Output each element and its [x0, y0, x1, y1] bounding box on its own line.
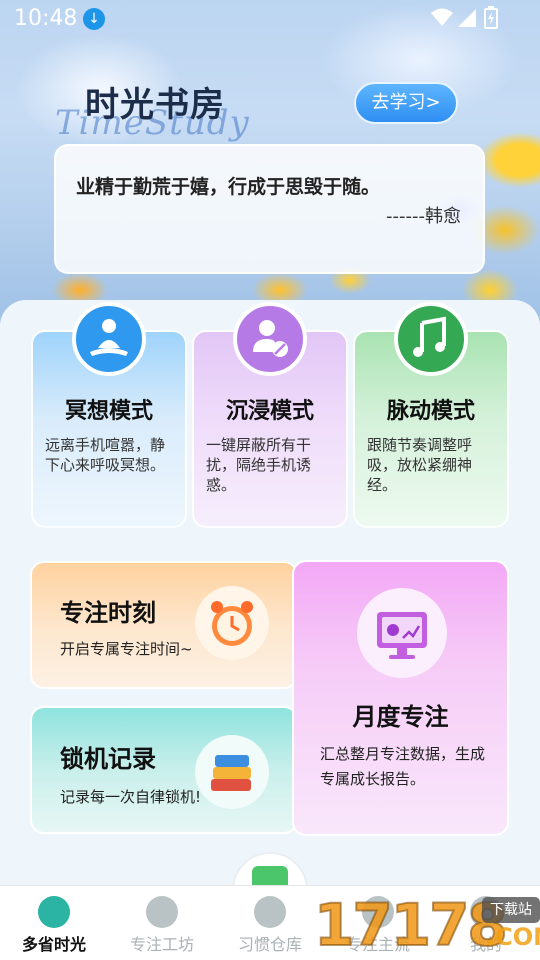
cellular-signal-icon	[458, 9, 476, 27]
brand-title: TimeStudy 时光书房	[55, 75, 275, 145]
user-block-icon	[233, 302, 307, 376]
tab-home[interactable]: 多省时光	[0, 886, 108, 960]
tab-habit-library[interactable]: 习惯仓库	[216, 886, 324, 960]
books-icon	[195, 735, 269, 809]
meditation-mode-title: 冥想模式	[64, 399, 153, 424]
pulse-mode-desc: 跟随节奏调整呼吸，放松紧绷神经。	[367, 436, 473, 494]
bulb-icon	[146, 896, 178, 928]
watermark-number: 17178	[313, 891, 509, 959]
quote-card: 业精于勤荒于嬉，行成于思毁于随。 ------韩愈	[54, 144, 485, 274]
battery-icon	[484, 6, 498, 29]
monthly-focus-title: 月度专注	[352, 703, 449, 731]
watermark-logo: 17178 .COM 下载站	[313, 891, 540, 960]
meditation-icon	[72, 302, 146, 376]
go-study-button[interactable]: 去学习>	[354, 82, 458, 124]
immersion-mode-title: 沉浸模式	[225, 399, 314, 424]
focus-moment-title: 专注时刻	[60, 599, 156, 627]
pulse-mode-title: 脉动模式	[386, 399, 475, 424]
monthly-focus-sub: 汇总整月专注数据，生成专属成长报告。	[320, 745, 486, 788]
focus-moment-sub: 开启专属专注时间~	[60, 640, 193, 658]
music-note-icon	[394, 302, 468, 376]
alarm-clock-icon	[195, 586, 269, 660]
wifi-icon	[431, 8, 453, 26]
tab-focus-workshop[interactable]: 专注工坊	[108, 886, 216, 960]
lock-record-sub: 记录每一次自律锁机!	[60, 788, 202, 806]
bear-icon	[38, 896, 70, 928]
quote-text: 业精于勤荒于嬉，行成于思毁于随。	[76, 176, 381, 198]
status-bar: 10:48 ↓	[0, 0, 540, 38]
tab-habit-library-label: 习惯仓库	[237, 935, 302, 954]
status-time: 10:48	[14, 6, 78, 31]
immersion-mode-desc: 一键屏蔽所有干扰，隔绝手机诱惑。	[206, 436, 312, 494]
lock-record-title: 锁机记录	[60, 745, 156, 773]
page-title: 时光书房	[85, 85, 225, 125]
report-monitor-icon	[357, 588, 447, 678]
quote-author: ------韩愈	[386, 206, 461, 227]
tab-focus-workshop-label: 专注工坊	[129, 935, 194, 954]
meditation-mode-desc: 远离手机喧嚣，静下心来呼吸冥想。	[45, 436, 166, 474]
box-icon	[254, 896, 286, 928]
watermark-tag: 下载站	[482, 897, 540, 923]
watermark-com: .COM	[486, 923, 540, 951]
tab-home-label: 多省时光	[21, 935, 86, 954]
download-icon: ↓	[83, 8, 105, 30]
